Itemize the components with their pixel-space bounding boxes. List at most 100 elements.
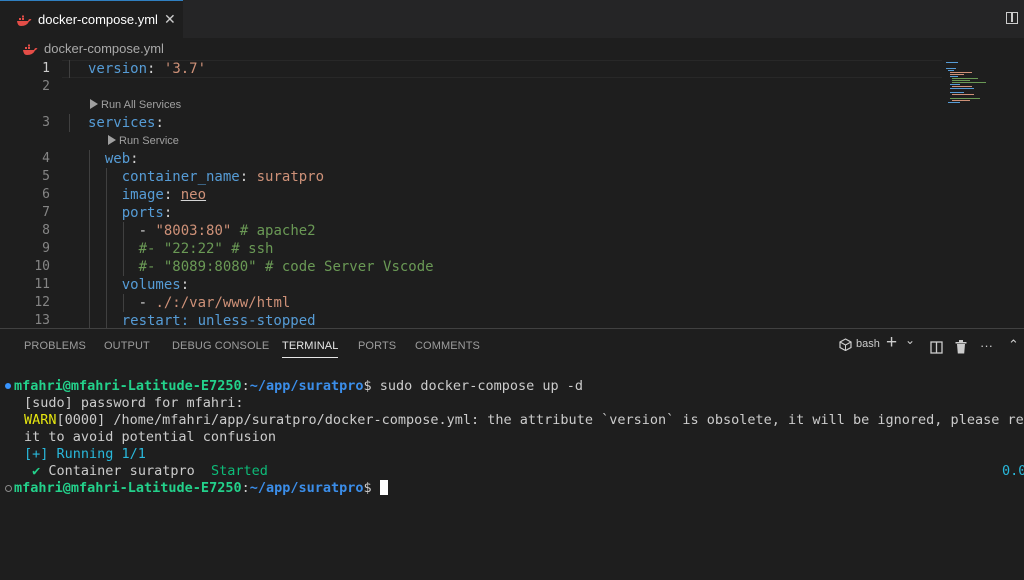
line-number: 8 xyxy=(42,223,50,238)
codelens-label: Run All Services xyxy=(101,99,182,111)
yaml-value: neo xyxy=(180,187,207,203)
code-line-7: ports: xyxy=(88,204,173,222)
warn-tag: WARN xyxy=(24,412,57,428)
terminal-line-6: ✔ Container suratpro Started xyxy=(24,463,268,480)
command-success-dot xyxy=(5,383,11,389)
yaml-key: restart: unless-stopped xyxy=(121,313,316,328)
yaml-value: suratpro xyxy=(256,169,325,185)
code-editor[interactable]: 1 2 3 4 5 6 7 8 9 10 11 12 13 Run All Se… xyxy=(0,60,1024,328)
yaml-colon: : xyxy=(155,115,164,131)
elapsed-time: 0.0 xyxy=(1002,463,1024,479)
prompt-symbol: $ xyxy=(363,480,372,496)
line-number: 10 xyxy=(34,259,50,274)
tab-ports[interactable]: PORTS xyxy=(358,340,396,352)
line-number: 7 xyxy=(42,205,50,220)
code-line-9: #- "22:22" # ssh xyxy=(88,240,274,258)
breadcrumb-file[interactable]: docker-compose.yml xyxy=(44,41,164,56)
run-icon xyxy=(108,135,116,145)
line-number: 4 xyxy=(42,151,50,166)
code-line-11: volumes: xyxy=(88,276,189,294)
terminal-line-5: [+] Running 1/1 xyxy=(24,446,146,462)
tab-docker-compose[interactable]: docker-compose.yml ✕ xyxy=(0,0,183,38)
line-number: 5 xyxy=(42,169,50,184)
warn-text: [0000] /home/mfahri/app/suratpro/docker-… xyxy=(56,412,1024,428)
yaml-comment: #- "22:22" # ssh xyxy=(138,241,274,257)
tab-title: docker-compose.yml xyxy=(38,12,158,27)
yaml-dash: - xyxy=(138,295,148,311)
chevron-down-icon[interactable]: ⌄ xyxy=(905,333,915,347)
docker-whale-icon xyxy=(22,43,38,61)
yaml-value: '3.7' xyxy=(163,61,207,77)
yaml-colon: : xyxy=(147,61,156,77)
code-line-10: #- "8089:8080" # code Server Vscode xyxy=(88,258,434,276)
line-number: 2 xyxy=(42,79,50,94)
tab-terminal[interactable]: TERMINAL xyxy=(282,340,339,358)
yaml-dash: - xyxy=(138,223,148,239)
code-line-3: services: xyxy=(88,114,164,132)
line-number: 1 xyxy=(42,61,50,76)
container-text: Container suratpro xyxy=(40,463,211,479)
yaml-colon: : xyxy=(163,187,173,203)
line-number: 9 xyxy=(42,241,50,256)
prompt-separator: : xyxy=(241,378,250,394)
yaml-comment: #- "8089:8080" # code Server Vscode xyxy=(138,259,434,275)
code-line-6: image: neo xyxy=(88,186,206,204)
tab-comments[interactable]: COMMENTS xyxy=(415,340,480,352)
yaml-key: web xyxy=(104,151,131,167)
code-line-4: web: xyxy=(88,150,139,168)
yaml-key: version xyxy=(88,61,148,77)
yaml-key: image xyxy=(121,187,164,203)
yaml-colon: : xyxy=(180,277,190,293)
prompt-symbol: $ xyxy=(363,378,372,394)
close-tab-icon[interactable]: ✕ xyxy=(164,11,176,28)
terminal-line-1: mfahri@mfahri-Latitude-E7250:~/app/surat… xyxy=(14,378,583,395)
add-terminal-icon[interactable]: + xyxy=(886,332,897,354)
breadcrumb: docker-compose.yml xyxy=(0,38,1024,60)
tab-output[interactable]: OUTPUT xyxy=(104,340,150,352)
trash-icon[interactable] xyxy=(955,340,967,357)
yaml-value: "8003:80" xyxy=(155,223,232,239)
line-number: 13 xyxy=(34,313,50,328)
code-line-1: version: '3.7' xyxy=(88,60,206,78)
more-actions-icon[interactable]: ··· xyxy=(980,338,993,353)
yaml-colon: : xyxy=(163,205,173,221)
codelens-run-service[interactable]: Run Service xyxy=(108,134,179,148)
tab-debug-console[interactable]: DEBUG CONSOLE xyxy=(172,340,269,352)
code-line-8: - "8003:80" # apache2 xyxy=(88,222,316,240)
codelens-label: Run Service xyxy=(119,135,179,147)
terminal-line-3: WARN[0000] /home/mfahri/app/suratpro/doc… xyxy=(24,412,1024,429)
prompt-user: mfahri@mfahri-Latitude-E7250 xyxy=(14,480,242,496)
split-editor-icon[interactable] xyxy=(1006,12,1018,24)
shell-label[interactable]: bash xyxy=(856,338,880,350)
yaml-value: ./:/var/www/html xyxy=(155,295,291,311)
line-number: 11 xyxy=(34,277,50,292)
started-status: Started xyxy=(210,463,268,479)
chevron-up-icon[interactable]: ⌃ xyxy=(1008,337,1019,353)
line-number: 12 xyxy=(34,295,50,310)
code-line-5: container_name: suratpro xyxy=(88,168,324,186)
line-number: 3 xyxy=(42,115,50,130)
prompt-path: ~/app/suratpro xyxy=(249,378,364,394)
prompt-path: ~/app/suratpro xyxy=(249,480,364,496)
bash-icon xyxy=(839,338,852,354)
yaml-key: volumes xyxy=(121,277,181,293)
docker-whale-icon xyxy=(16,14,32,32)
terminal-line-7: mfahri@mfahri-Latitude-E7250:~/app/surat… xyxy=(14,480,388,497)
yaml-comment: # apache2 xyxy=(239,223,316,239)
prompt-separator: : xyxy=(241,480,250,496)
indent-guide xyxy=(69,114,70,132)
editor-tab-bar: docker-compose.yml ✕ xyxy=(0,0,1024,38)
command-pending-dot xyxy=(5,485,12,492)
minimap[interactable] xyxy=(944,60,1014,120)
code-line-12: - ./:/var/www/html xyxy=(88,294,291,312)
tab-problems[interactable]: PROBLEMS xyxy=(24,340,86,352)
yaml-colon: : xyxy=(130,151,139,167)
yaml-key: services xyxy=(88,115,156,131)
codelens-run-all-services[interactable]: Run All Services xyxy=(90,98,181,112)
terminal-line-4: it to avoid potential confusion xyxy=(24,429,276,445)
yaml-key: ports xyxy=(121,205,164,221)
bottom-panel: PROBLEMS OUTPUT DEBUG CONSOLE TERMINAL P… xyxy=(0,328,1024,580)
prompt-user: mfahri@mfahri-Latitude-E7250 xyxy=(14,378,242,394)
split-terminal-icon[interactable] xyxy=(930,341,943,357)
terminal-command: sudo docker-compose up -d xyxy=(371,378,583,394)
